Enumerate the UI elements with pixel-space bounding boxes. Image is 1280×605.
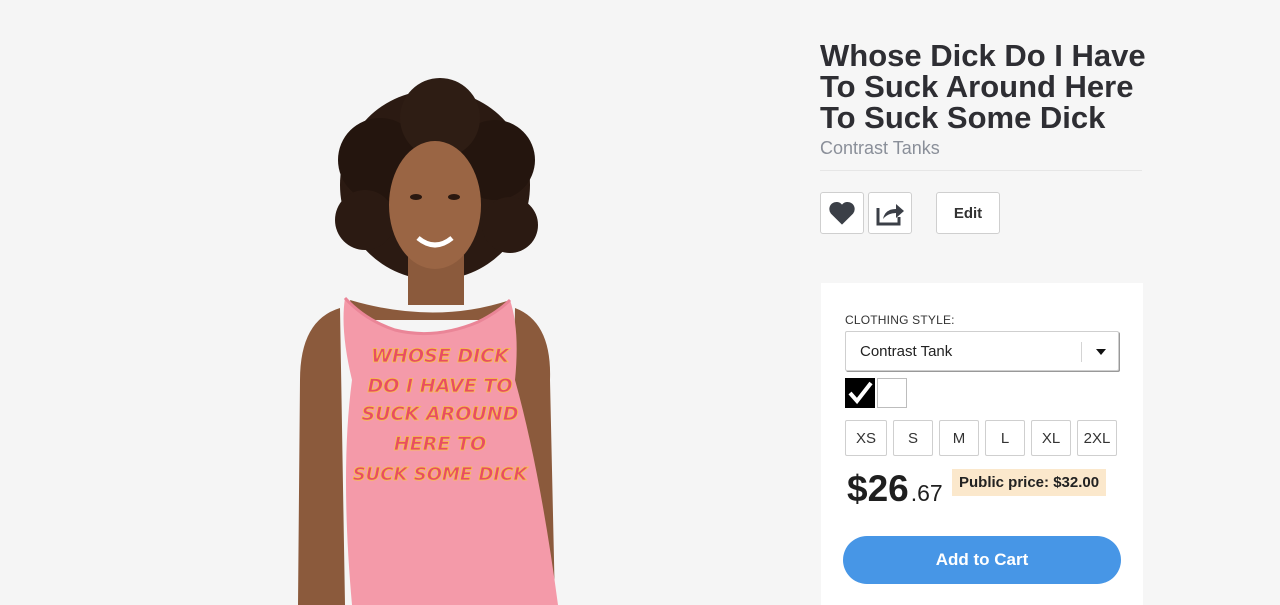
face (389, 141, 481, 269)
product-subtitle: Contrast Tanks (820, 138, 1142, 171)
select-divider (1081, 342, 1082, 362)
edit-button[interactable]: Edit (936, 192, 1000, 234)
size-m[interactable]: M (939, 420, 979, 456)
shirt-print-line: WHOSE DICK (371, 345, 510, 367)
product-title: Whose Dick Do I Have To Suck Around Here… (820, 38, 1146, 135)
share-button[interactable] (868, 192, 912, 234)
size-xl[interactable]: XL (1031, 420, 1071, 456)
size-s[interactable]: S (893, 420, 933, 456)
clothing-style-label: CLOTHING STYLE: (845, 313, 955, 327)
price-cents: .67 (910, 480, 943, 506)
shirt-print: WHOSE DICK DO I HAVE TO SUCK AROUND HERE… (352, 345, 530, 486)
purchase-card: CLOTHING STYLE: Contrast Tank XS S M L X… (821, 283, 1143, 605)
share-icon (876, 204, 904, 226)
product-info: Whose Dick Do I Have To Suck Around Here… (820, 40, 1150, 234)
caret-down-icon (1096, 349, 1106, 355)
price-main: $26 (847, 468, 909, 509)
model-illustration: WHOSE DICK DO I HAVE TO SUCK AROUND HERE… (298, 78, 558, 605)
action-bar: Edit (820, 192, 1150, 234)
size-options: XS S M L XL 2XL (845, 420, 1123, 456)
color-swatch-white[interactable] (877, 378, 907, 408)
color-swatch-black[interactable] (845, 378, 875, 408)
product-photo[interactable]: WHOSE DICK DO I HAVE TO SUCK AROUND HERE… (0, 0, 800, 605)
public-price-badge: Public price: $32.00 (952, 469, 1107, 496)
size-xs[interactable]: XS (845, 420, 887, 456)
left-arm (298, 308, 345, 605)
favorite-button[interactable] (820, 192, 864, 234)
checkmark-icon (848, 381, 873, 405)
shirt-print-line: SUCK SOME DICK (353, 464, 530, 485)
clothing-style-select[interactable]: Contrast Tank (845, 331, 1119, 371)
shirt-print-line: DO I HAVE TO (368, 375, 513, 397)
color-swatches (845, 378, 909, 408)
size-l[interactable]: L (985, 420, 1025, 456)
shirt-print-line: HERE TO (394, 433, 486, 455)
clothing-style-value: Contrast Tank (860, 343, 953, 360)
size-2xl[interactable]: 2XL (1077, 420, 1117, 456)
add-to-cart-button[interactable]: Add to Cart (843, 536, 1121, 584)
heart-icon (829, 201, 855, 225)
shirt-print-line: SUCK AROUND (362, 403, 519, 425)
price: $26 .67 (847, 468, 943, 510)
